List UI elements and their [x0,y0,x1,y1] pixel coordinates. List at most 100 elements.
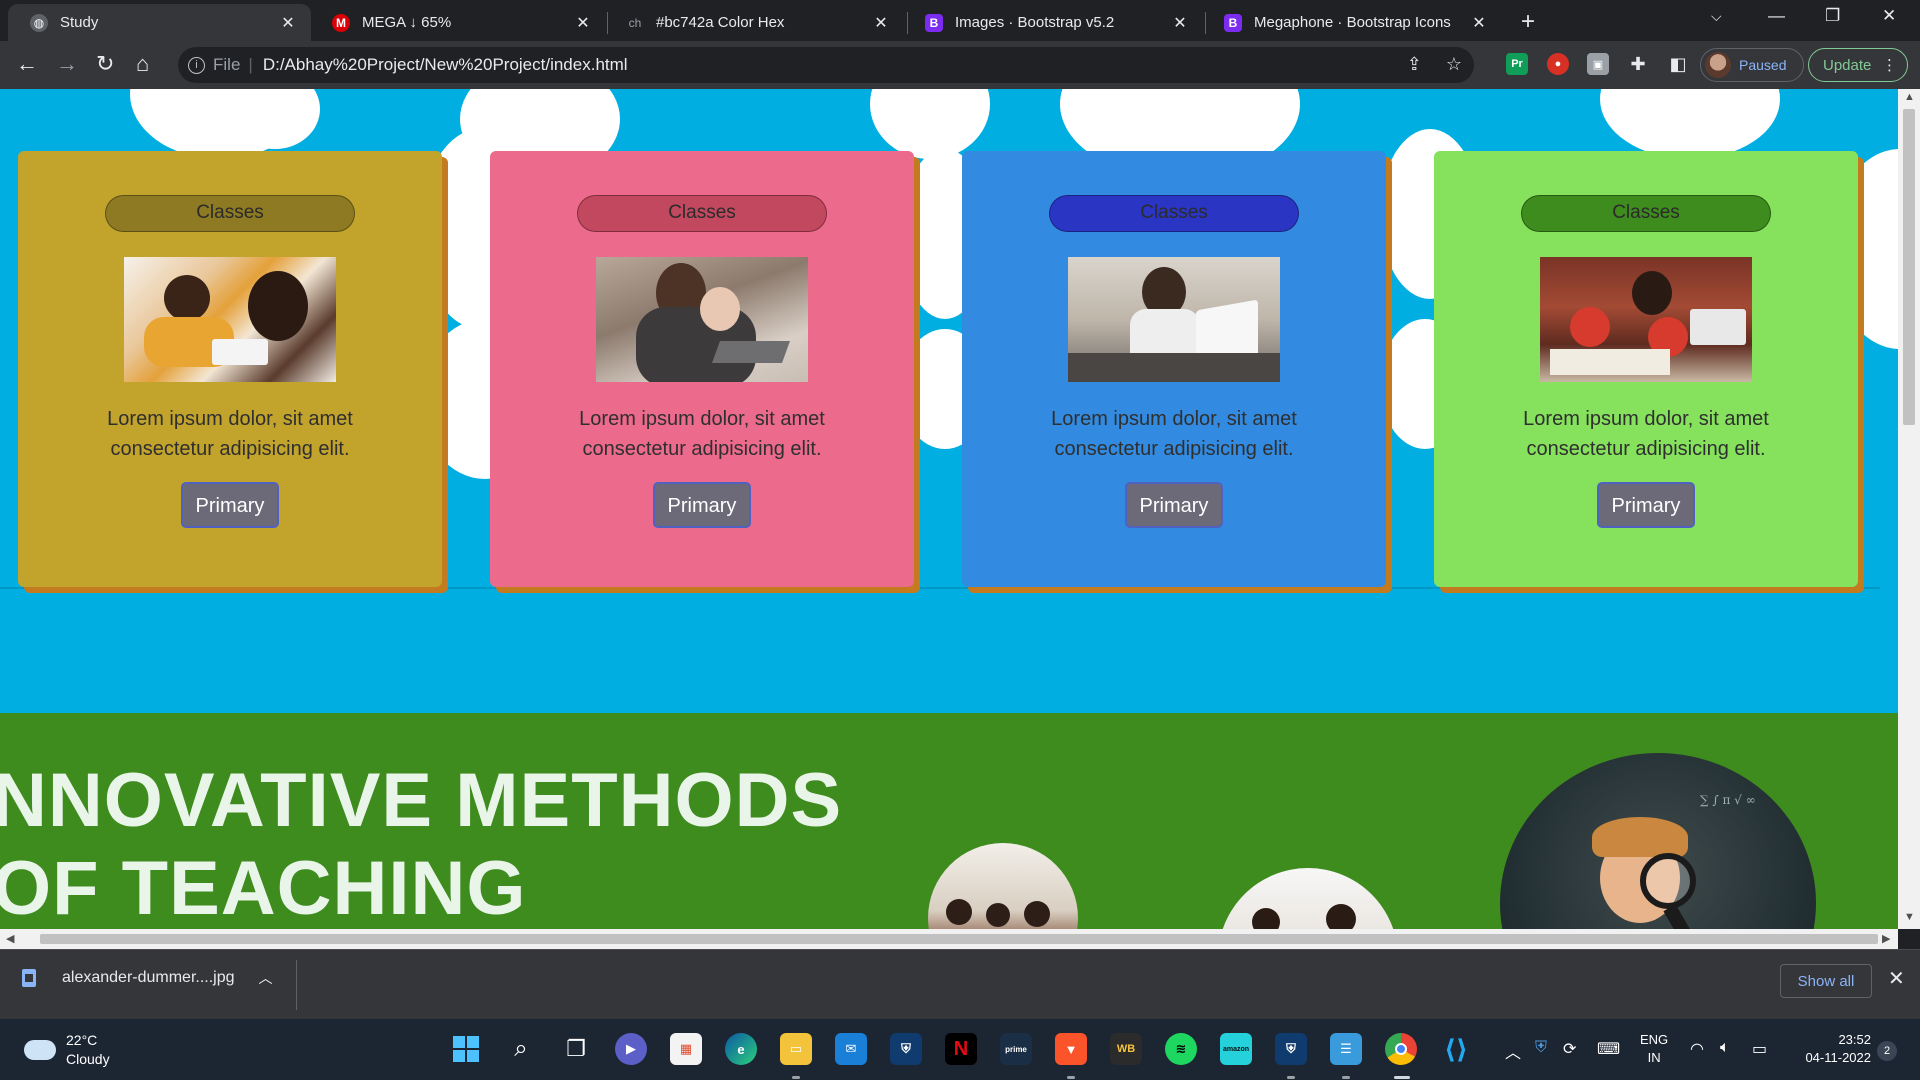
extensions-puzzle-icon[interactable]: ✚ [1627,53,1649,75]
download-item[interactable]: alexander-dummer....jpg ︿ [22,968,273,988]
profile-button[interactable]: Paused [1700,48,1804,82]
card-image [1540,257,1752,382]
show-all-button[interactable]: Show all [1780,964,1872,998]
edge-icon[interactable]: e [725,1033,757,1065]
update-button[interactable]: Update ⋮ [1808,48,1908,82]
colorhex-icon: ch [626,13,644,32]
reload-button[interactable]: ↻ [96,51,114,77]
address-bar[interactable]: i File | D:/Abhay%20Project/New%20Projec… [178,47,1474,83]
share-icon[interactable]: ⇪ [1407,54,1422,75]
amazon-music-icon[interactable]: amazon [1220,1033,1252,1065]
restore-button[interactable]: ❐ [1825,6,1840,26]
windows-start-icon[interactable] [450,1033,482,1065]
notification-badge[interactable]: 2 [1877,1041,1897,1061]
minimize-button[interactable]: — [1768,6,1785,26]
close-icon[interactable]: ✕ [574,13,592,33]
brave-icon[interactable]: ▼ [1055,1033,1087,1065]
scroll-left-icon[interactable]: ◀ [6,932,14,945]
netflix-icon[interactable]: N [945,1033,977,1065]
scrollbar-thumb[interactable] [1903,109,1915,425]
close-icon[interactable]: ✕ [279,13,297,33]
primary-button[interactable]: Primary [1125,482,1223,528]
defender-icon[interactable]: ⛨ [1535,1039,1547,1057]
app-shield-icon[interactable]: ⛨ [1275,1033,1307,1065]
search-icon[interactable]: ⌕ [505,1033,537,1065]
file-explorer-icon[interactable]: ▭ [780,1033,812,1065]
tab-study[interactable]: ◍ Study ✕ [8,4,311,41]
profile-status: Paused [1739,57,1787,73]
info-icon[interactable]: i [188,56,205,74]
teams-chat-icon[interactable]: ▶ [615,1033,647,1065]
spotify-icon[interactable]: ≋ [1165,1033,1197,1065]
vertical-scrollbar[interactable]: ▲ ▼ [1898,89,1920,929]
window-close-button[interactable]: ✕ [1882,6,1896,26]
task-view-icon[interactable]: ❐ [560,1033,592,1065]
chevron-up-icon[interactable]: ︿ [1505,1039,1521,1063]
tab-bootstrap-images[interactable]: B Images · Bootstrap v5.2 ✕ [903,4,1203,41]
extension-grey-icon[interactable]: ▣ [1587,53,1609,75]
close-icon[interactable]: ✕ [872,13,890,33]
tab-bootstrap-icons[interactable]: B Megaphone · Bootstrap Icons ✕ [1202,4,1502,41]
tab-search-icon[interactable]: ⌵ [1711,8,1722,25]
tab-title: MEGA ↓ 65% [362,14,452,31]
horizontal-scrollbar[interactable]: ◀ ▶ [0,929,1898,949]
menu-dots-icon[interactable]: ⋮ [1882,56,1897,74]
vscode-icon[interactable]: ⟨⟩ [1440,1033,1472,1065]
close-icon[interactable]: ✕ [1470,13,1488,33]
weather-widget[interactable]: 22°C Cloudy [24,1031,110,1069]
prime-video-icon[interactable]: prime [1000,1033,1032,1065]
notepad-icon[interactable]: ☰ [1330,1033,1362,1065]
home-button[interactable]: ⌂ [136,51,149,77]
classes-pill[interactable]: Classes [1049,195,1299,232]
primary-button[interactable]: Primary [181,482,279,528]
store-icon[interactable]: ▦ [670,1033,702,1065]
app-shield-icon[interactable]: ⛨ [890,1033,922,1065]
bookmark-star-icon[interactable]: ☆ [1446,54,1462,75]
running-indicator [1342,1076,1350,1079]
chrome-icon[interactable] [1385,1033,1417,1065]
divider [296,960,297,1010]
scroll-down-icon[interactable]: ▼ [1904,911,1915,923]
scroll-right-icon[interactable]: ▶ [1882,932,1890,945]
tab-mega[interactable]: M MEGA ↓ 65% ✕ [310,4,606,41]
time: 23:52 [1838,1032,1871,1047]
chalk-scribbles: ∑ ∫ π √ ∞ [1700,793,1756,807]
new-tab-button[interactable]: + [1521,8,1535,36]
url-text[interactable]: D:/Abhay%20Project/New%20Project/index.h… [263,55,628,75]
back-button[interactable]: ← [16,51,38,77]
tab-colorhex[interactable]: ch #bc742a Color Hex ✕ [604,4,904,41]
close-icon[interactable]: ✕ [1171,13,1189,33]
primary-button[interactable]: Primary [653,482,751,528]
classes-pill[interactable]: Classes [105,195,355,232]
keyboard-icon[interactable]: ⌨ [1597,1039,1620,1059]
extension-adblock-icon[interactable]: ● [1547,53,1569,75]
update-label: Update [1823,56,1872,74]
chevron-up-icon[interactable]: ︿ [259,968,273,988]
primary-button[interactable]: Primary [1597,482,1695,528]
extension-pr-icon[interactable]: Pr [1506,53,1528,75]
divider: | [248,55,253,74]
running-indicator [792,1076,800,1079]
clock[interactable]: 23:52 04-11-2022 [1795,1031,1871,1067]
card-image [1068,257,1280,382]
mail-icon[interactable]: ✉ [835,1033,867,1065]
weather-description: Cloudy [66,1051,110,1067]
language-indicator[interactable]: ENG IN [1640,1031,1668,1067]
scrollbar-thumb[interactable] [40,934,1878,944]
download-bar: alexander-dummer....jpg ︿ Show all ✕ [0,949,1920,1019]
download-filename: alexander-dummer....jpg [62,969,235,986]
scroll-up-icon[interactable]: ▲ [1904,91,1915,103]
windows-taskbar: 22°C Cloudy ⌕ ❐ ▶ ▦ e ▭ ✉ ⛨ N prime ▼ WB… [0,1019,1920,1080]
volume-icon[interactable]: 🔈︎ [1720,1039,1730,1057]
wb-games-icon[interactable]: WB [1110,1033,1142,1065]
sync-icon[interactable]: ⟳ [1563,1039,1576,1059]
close-icon[interactable]: ✕ [1888,966,1905,991]
running-indicator [1394,1076,1410,1079]
classes-pill[interactable]: Classes [577,195,827,232]
boy-magnifier-photo: ∑ ∫ π √ ∞ [1500,753,1816,929]
wifi-icon[interactable]: ◠ [1690,1039,1704,1059]
classes-pill[interactable]: Classes [1521,195,1771,232]
forward-button[interactable]: → [56,51,78,77]
side-panel-icon[interactable]: ◧ [1667,53,1689,75]
battery-icon[interactable]: ▭ [1752,1039,1767,1059]
